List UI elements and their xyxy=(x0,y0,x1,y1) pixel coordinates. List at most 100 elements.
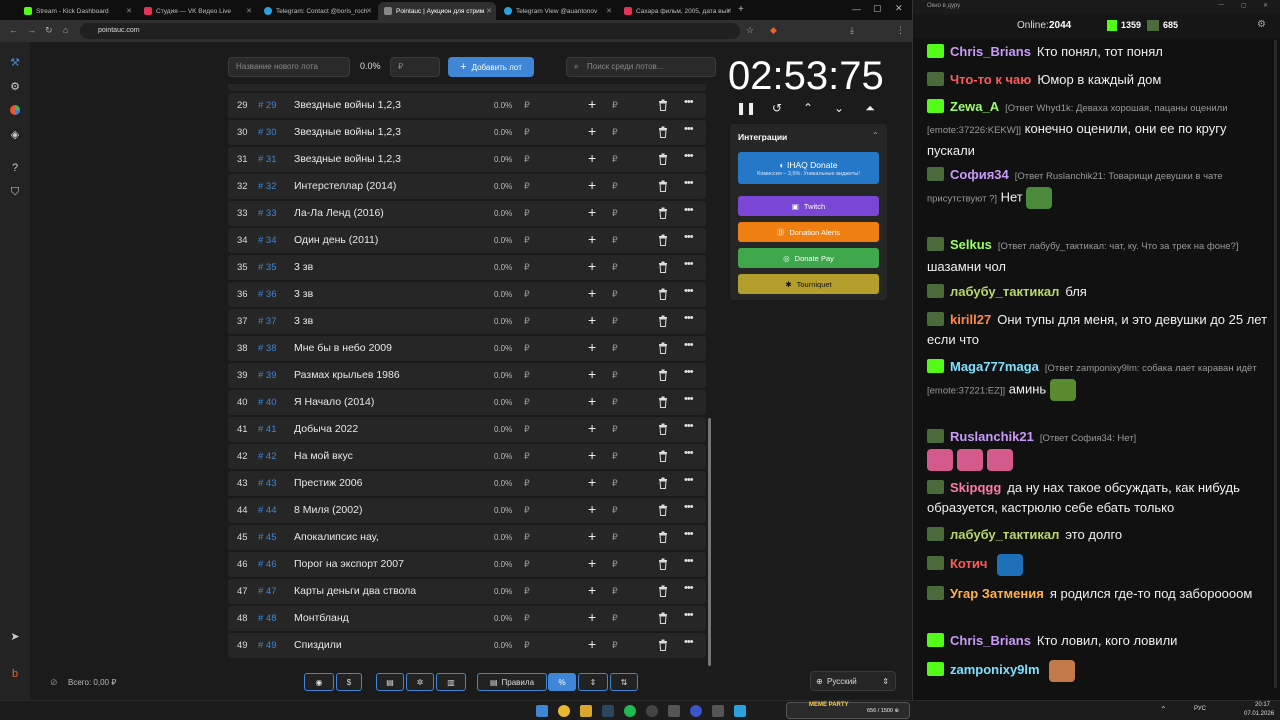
lot-extra-field[interactable]: ₽ xyxy=(612,181,618,192)
tab-telegram-view[interactable]: Telegram View @auantonov ✕ xyxy=(498,2,616,20)
add-amount-icon[interactable]: + xyxy=(588,96,596,112)
trash-icon[interactable] xyxy=(658,261,668,273)
add-amount-icon[interactable]: + xyxy=(588,393,596,409)
lot-amount-field[interactable]: ₽ xyxy=(524,397,530,408)
more-options-icon[interactable]: ••• xyxy=(684,420,694,432)
lot-id-link[interactable]: # 43 xyxy=(258,478,277,489)
lot-name[interactable]: Добыча 2022 xyxy=(294,423,358,435)
close-icon[interactable]: ✕ xyxy=(606,7,612,15)
clear-button[interactable]: ▥ xyxy=(436,673,466,691)
lot-id-link[interactable]: # 32 xyxy=(258,181,277,192)
more-options-icon[interactable]: ••• xyxy=(684,393,694,405)
add-amount-icon[interactable]: + xyxy=(588,312,596,328)
add-amount-icon[interactable]: + xyxy=(588,582,596,598)
lot-name[interactable]: Звездные войны 1,2,3 xyxy=(294,99,401,111)
decrease-icon[interactable]: ⌄ xyxy=(831,100,847,116)
add-amount-icon[interactable]: + xyxy=(588,150,596,166)
lot-id-link[interactable]: # 35 xyxy=(258,262,277,273)
spotify-icon[interactable] xyxy=(624,705,636,717)
lot-extra-field[interactable]: ₽ xyxy=(612,478,618,489)
more-options-icon[interactable]: ••• xyxy=(684,258,694,270)
lot-id-link[interactable]: # 42 xyxy=(258,451,277,462)
percent-toggle[interactable]: % xyxy=(548,673,576,691)
trash-icon[interactable] xyxy=(658,585,668,597)
add-amount-icon[interactable]: + xyxy=(588,204,596,220)
close-icon[interactable]: ✕ xyxy=(726,7,732,15)
tray-lang[interactable]: РУС xyxy=(1194,706,1206,712)
layers-icon[interactable]: ◈ xyxy=(7,126,23,142)
chat-username[interactable]: лабубу_тактикал xyxy=(950,284,1059,299)
lot-id-link[interactable]: # 36 xyxy=(258,289,277,300)
lot-extra-field[interactable]: ₽ xyxy=(612,208,618,219)
trash-icon[interactable] xyxy=(658,288,668,300)
close-icon[interactable]: ✕ xyxy=(486,7,492,15)
lot-name[interactable]: Карты деньги два ствола xyxy=(294,585,416,597)
double-up-icon[interactable]: ⏶ xyxy=(862,100,878,116)
home-icon[interactable]: ⌂ xyxy=(63,25,68,35)
lot-name[interactable]: Спиздили xyxy=(294,639,342,651)
trash-icon[interactable] xyxy=(658,450,668,462)
close-icon[interactable]: ✕ xyxy=(246,7,252,15)
lot-name[interactable]: 3 зв xyxy=(294,261,313,273)
chat-username[interactable]: Maga777maga xyxy=(950,359,1039,374)
reload-icon[interactable]: ↻ xyxy=(45,25,53,36)
lot-id-link[interactable]: # 40 xyxy=(258,397,277,408)
wheel-icon[interactable] xyxy=(7,102,23,118)
lot-id-link[interactable]: # 34 xyxy=(258,235,277,246)
chat-username[interactable]: Котич xyxy=(950,556,987,571)
trash-icon[interactable] xyxy=(658,423,668,435)
trash-icon[interactable] xyxy=(658,180,668,192)
donate-button[interactable]: $ xyxy=(336,673,362,691)
add-amount-icon[interactable]: + xyxy=(588,501,596,517)
lot-name[interactable]: Апокалипсис нау, xyxy=(294,531,379,543)
more-options-icon[interactable]: ••• xyxy=(684,177,694,189)
lot-name[interactable]: 3 зв xyxy=(294,288,313,300)
visibility-icon[interactable]: ⊘ xyxy=(50,677,58,688)
maximize-button[interactable]: ▢ xyxy=(1241,2,1247,9)
lot-extra-field[interactable]: ₽ xyxy=(612,451,618,462)
add-amount-icon[interactable]: + xyxy=(588,123,596,139)
add-amount-icon[interactable]: + xyxy=(588,285,596,301)
trash-icon[interactable] xyxy=(658,612,668,624)
add-amount-icon[interactable]: + xyxy=(588,555,596,571)
search-input[interactable]: ⌕ Поиск среди лотов... xyxy=(566,57,716,77)
lot-amount-field[interactable]: ₽ xyxy=(524,613,530,624)
chat-username[interactable]: Chris_Brians xyxy=(950,44,1031,59)
lot-amount-field[interactable]: ₽ xyxy=(524,127,530,138)
lot-name[interactable]: Размах крыльев 1986 xyxy=(294,369,400,381)
telegram-icon[interactable]: ➤ xyxy=(7,628,23,644)
add-amount-icon[interactable]: + xyxy=(588,339,596,355)
lot-amount-field[interactable]: ₽ xyxy=(524,181,530,192)
more-options-icon[interactable]: ••• xyxy=(684,96,694,108)
lot-extra-field[interactable]: ₽ xyxy=(612,640,618,651)
chat-username[interactable]: лабубу_тактикал xyxy=(950,527,1059,542)
add-amount-icon[interactable]: + xyxy=(588,366,596,382)
url-field[interactable]: pointauc.com xyxy=(80,23,740,39)
lot-id-link[interactable]: # 49 xyxy=(258,640,277,651)
trash-icon[interactable] xyxy=(658,477,668,489)
lot-id-link[interactable]: # 45 xyxy=(258,532,277,543)
back-icon[interactable]: ← xyxy=(9,25,18,35)
help-icon[interactable]: ? xyxy=(7,160,23,176)
trash-icon[interactable] xyxy=(658,639,668,651)
chrome-icon[interactable] xyxy=(558,705,570,717)
downloads-icon[interactable]: ⤓ xyxy=(850,25,854,36)
lot-name[interactable]: Один день (2011) xyxy=(294,234,378,246)
more-options-icon[interactable]: ••• xyxy=(684,285,694,297)
lot-name[interactable]: 8 Миля (2002) xyxy=(294,504,362,516)
lot-extra-field[interactable]: ₽ xyxy=(612,127,618,138)
lot-amount-field[interactable]: ₽ xyxy=(524,478,530,489)
close-icon[interactable]: ✕ xyxy=(366,7,372,15)
lot-amount-field[interactable]: ₽ xyxy=(524,262,530,273)
lot-name[interactable]: На мой вкус xyxy=(294,450,353,462)
lot-name[interactable]: Мне бы в небо 2009 xyxy=(294,342,392,354)
tab-sahara-film[interactable]: Сахара фильм, 2005, дата вых ✕ xyxy=(618,2,736,20)
chat-username[interactable]: Что-то к чаю xyxy=(950,72,1031,87)
lot-id-link[interactable]: # 41 xyxy=(258,424,277,435)
telegram-icon[interactable] xyxy=(734,705,746,717)
lot-extra-field[interactable]: ₽ xyxy=(612,289,618,300)
trash-icon[interactable] xyxy=(658,531,668,543)
chat-username[interactable]: Zewa_A xyxy=(950,99,999,114)
amount-input[interactable]: ₽ xyxy=(390,57,440,77)
lot-id-link[interactable]: # 37 xyxy=(258,316,277,327)
